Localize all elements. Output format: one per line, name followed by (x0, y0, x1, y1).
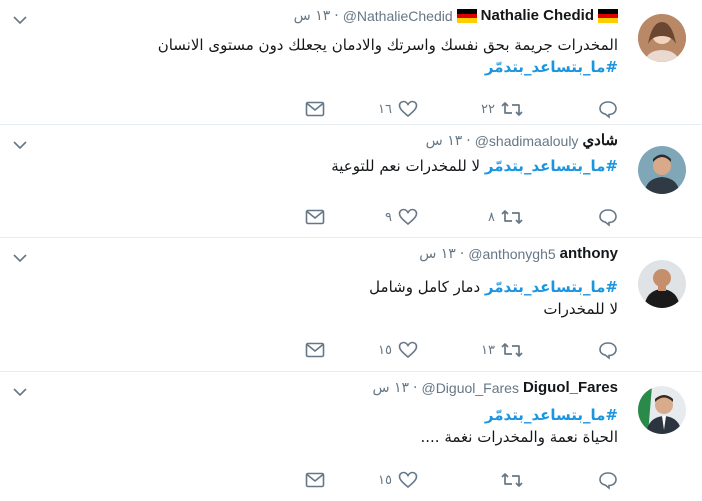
chevron-down-icon[interactable] (12, 384, 28, 400)
chevron-down-icon[interactable] (12, 250, 28, 266)
user-handle[interactable]: @shadimaalouly (475, 131, 579, 151)
user-handle[interactable]: @anthonygh5 (468, 244, 555, 264)
user-handle[interactable]: @NathalieChedid (343, 6, 453, 26)
tweet-text-line: دمار كامل وشامل (369, 278, 481, 296)
reply-button[interactable] (598, 207, 618, 227)
reply-icon (599, 209, 617, 227)
hashtag-link[interactable]: #ما_بتساعد_بتدمّر (485, 58, 618, 76)
germany-flag-icon (456, 9, 477, 24)
retweet-icon (501, 473, 523, 487)
tweet-header: ١٣ س · @shadimaalouly شادي (426, 131, 618, 151)
tweet[interactable]: ١٣ س · @shadimaalouly شادي #ما_بتساعد_بت… (0, 125, 702, 238)
direct-message-icon (305, 342, 325, 358)
separator-dot: · (413, 380, 418, 396)
chevron-down-icon[interactable] (12, 12, 28, 28)
user-handle[interactable]: @Diguol_Fares (421, 378, 518, 398)
retweet-button[interactable]: ١٣ (481, 340, 523, 360)
like-icon (398, 208, 418, 226)
retweet-button[interactable]: ٨ (488, 207, 523, 227)
retweet-button[interactable]: ٢٢ (481, 99, 523, 119)
like-button[interactable]: ٩ (385, 207, 418, 227)
tweet-actions: ٨ ٩ (0, 207, 618, 227)
tweet-actions: ١٥ (0, 470, 618, 490)
retweet-count: ٢٢ (481, 101, 495, 117)
tweet-header: ١٣ س · @anthonygh5 anthony (419, 244, 618, 264)
avatar[interactable] (638, 146, 686, 194)
tweet[interactable]: ١٣ س · @anthonygh5 anthony #ما_بتساعد_بت… (0, 238, 702, 372)
direct-message-button[interactable] (305, 340, 325, 360)
tweet-feed: ١٣ س · @NathalieChedid Nathalie Chedid ا… (0, 0, 702, 501)
tweet-text-line: المخدرات جريمة بحق نفسك واسرتك والادمان … (157, 36, 618, 54)
like-button[interactable]: ١٥ (378, 340, 418, 360)
display-name[interactable]: شادي (582, 131, 618, 151)
avatar[interactable] (638, 386, 686, 434)
reply-icon (599, 101, 617, 119)
timestamp[interactable]: ١٣ س (294, 6, 331, 26)
timestamp[interactable]: ١٣ س (426, 131, 463, 151)
timestamp[interactable]: ١٣ س (419, 244, 456, 264)
like-button[interactable]: ١٥ (378, 470, 418, 490)
timestamp[interactable]: ١٣ س (372, 378, 409, 398)
direct-message-icon (305, 101, 325, 117)
separator-dot: · (334, 8, 339, 24)
tweet-header: ١٣ س · @NathalieChedid Nathalie Chedid (294, 6, 618, 26)
hashtag-link[interactable]: #ما_بتساعد_بتدمّر (485, 157, 618, 175)
direct-message-button[interactable] (305, 99, 325, 119)
tweet-text: #ما_بتساعد_بتدمّر الحياة نعمة والمخدرات … (78, 404, 618, 448)
reply-button[interactable] (598, 99, 618, 119)
display-name[interactable]: Diguol_Fares (523, 378, 618, 398)
direct-message-icon (305, 472, 325, 488)
like-icon (398, 100, 418, 118)
direct-message-button[interactable] (305, 470, 325, 490)
tweet-actions: ٢٢ ١٦ (0, 99, 618, 119)
tweet-text: المخدرات جريمة بحق نفسك واسرتك والادمان … (78, 34, 618, 78)
germany-flag-icon (598, 9, 618, 24)
separator-dot: · (466, 133, 471, 149)
direct-message-icon (305, 209, 325, 225)
tweet[interactable]: ١٣ س · @NathalieChedid Nathalie Chedid ا… (0, 0, 702, 125)
reply-icon (599, 472, 617, 490)
tweet-text-line: الحياة نعمة والمخدرات نغمة .... (420, 428, 618, 446)
tweet-text: #ما_بتساعد_بتدمّر دمار كامل وشامل لا للم… (78, 276, 618, 320)
display-name[interactable]: anthony (560, 244, 618, 264)
avatar[interactable] (638, 260, 686, 308)
tweet-actions: ١٣ ١٥ (0, 340, 618, 360)
retweet-icon (501, 210, 523, 224)
like-button[interactable]: ١٦ (378, 99, 418, 119)
like-icon (398, 341, 418, 359)
retweet-button[interactable] (495, 470, 523, 490)
retweet-count: ٨ (488, 209, 495, 225)
tweet[interactable]: ١٣ س · @Diguol_Fares Diguol_Fares #ما_بت… (0, 372, 702, 501)
tweet-text-line: لا للمخدرات (543, 300, 618, 318)
separator-dot: · (459, 246, 465, 262)
like-count: ١٥ (378, 472, 392, 488)
tweet-text-line: لا للمخدرات نعم للتوعية (331, 157, 481, 175)
retweet-icon (501, 343, 523, 357)
like-count: ١٥ (378, 342, 392, 358)
retweet-icon (501, 102, 523, 116)
like-icon (398, 471, 418, 489)
hashtag-link[interactable]: #ما_بتساعد_بتدمّر (485, 278, 618, 296)
hashtag-link[interactable]: #ما_بتساعد_بتدمّر (485, 406, 618, 424)
reply-button[interactable] (598, 470, 618, 490)
avatar[interactable] (638, 14, 686, 62)
like-count: ١٦ (378, 101, 392, 117)
like-count: ٩ (385, 209, 392, 225)
tweet-header: ١٣ س · @Diguol_Fares Diguol_Fares (372, 378, 618, 398)
tweet-text: #ما_بتساعد_بتدمّر لا للمخدرات نعم للتوعي… (78, 155, 618, 177)
reply-button[interactable] (598, 340, 618, 360)
display-name[interactable]: Nathalie Chedid (481, 6, 594, 26)
reply-icon (599, 342, 617, 360)
direct-message-button[interactable] (305, 207, 325, 227)
retweet-count: ١٣ (481, 342, 495, 358)
chevron-down-icon[interactable] (12, 137, 28, 153)
